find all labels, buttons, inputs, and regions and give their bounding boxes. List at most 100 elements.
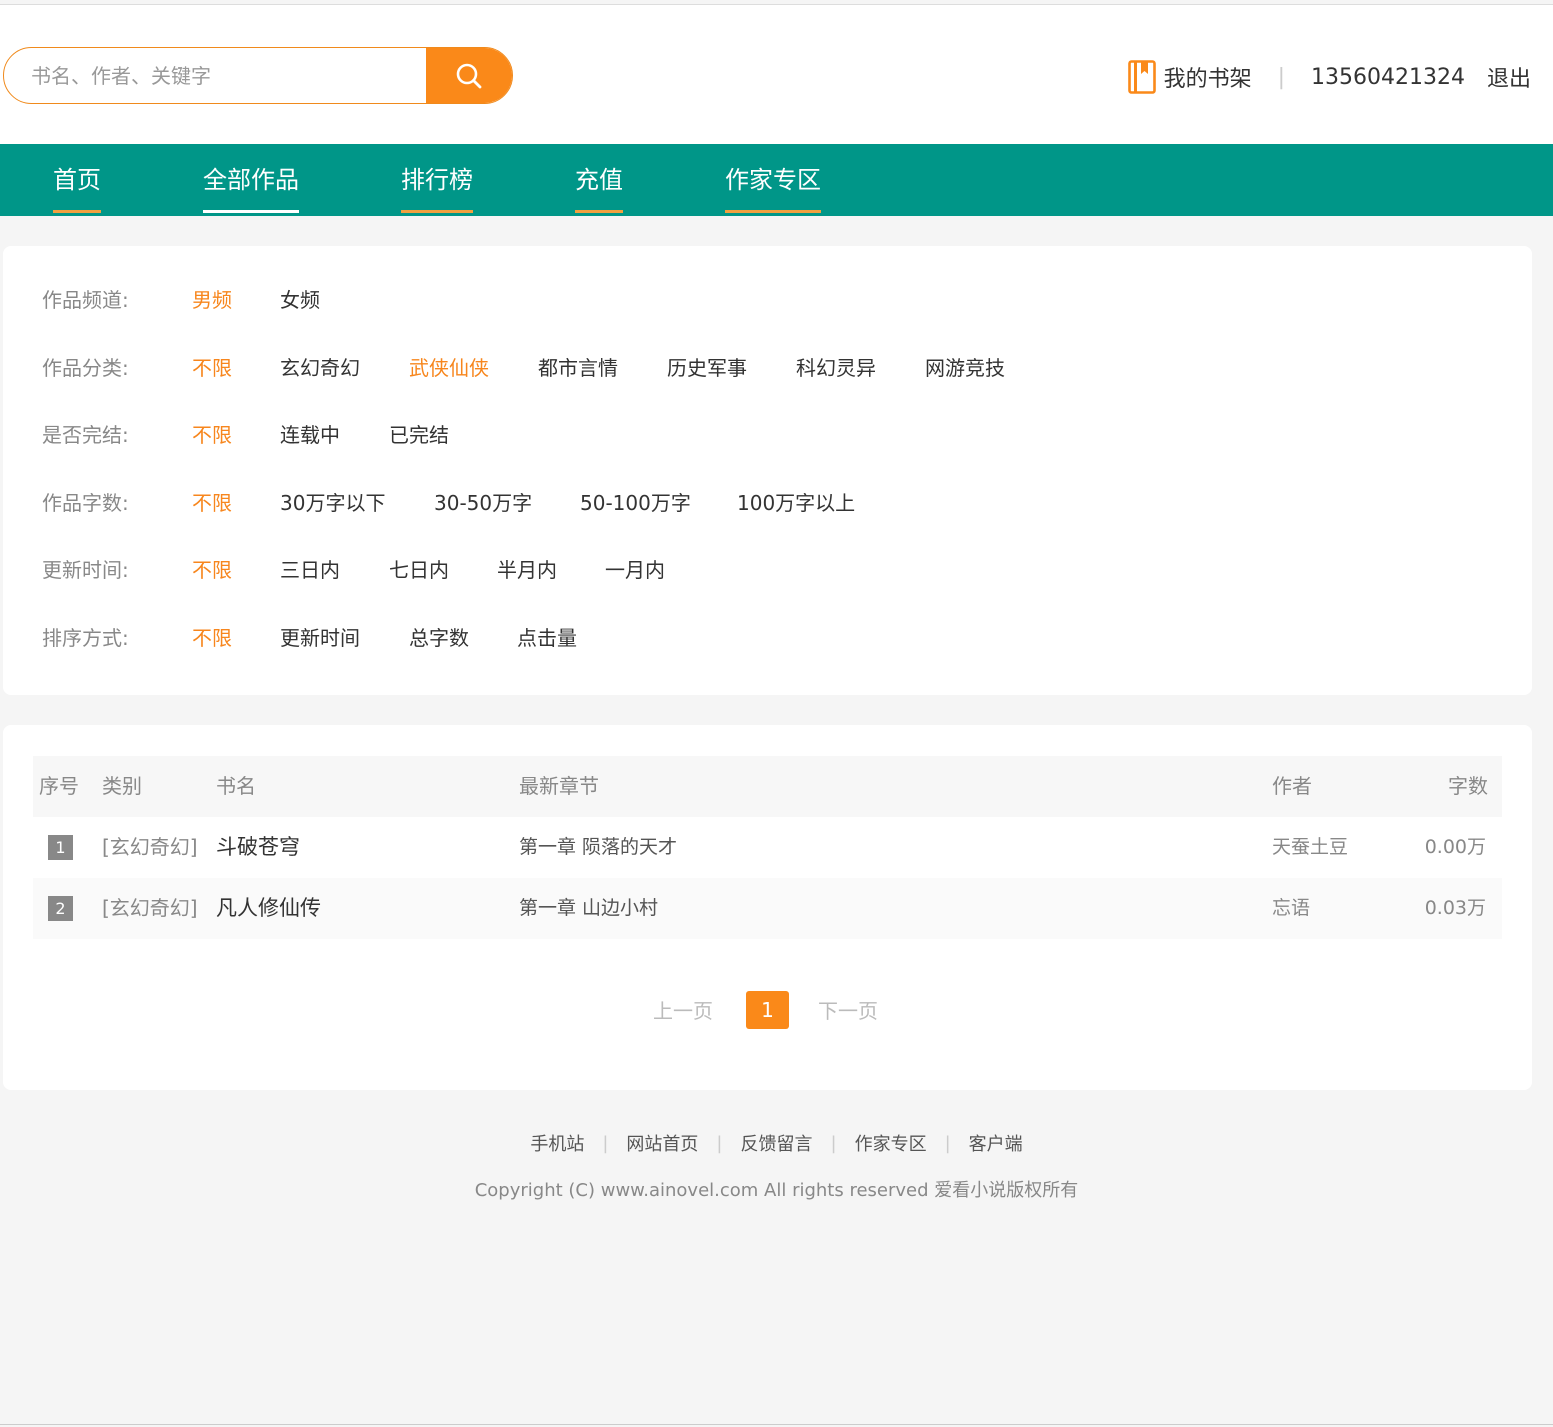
nav-home-label: 首页 (53, 166, 101, 194)
nav-all-works[interactable]: 全部作品 (203, 144, 299, 216)
current-page-button[interactable]: 1 (746, 991, 789, 1029)
table-row: 1 [玄幻奇幻] 斗破苍穹 第一章 陨落的天才 天蚕土豆 0.00万 (33, 817, 1502, 878)
filter-option[interactable]: 都市言情 (538, 348, 618, 388)
search-icon (456, 63, 482, 88)
filter-label: 排序方式: (42, 626, 129, 650)
nav-underline (401, 210, 473, 213)
nav-ranking[interactable]: 排行榜 (401, 144, 473, 216)
filter-label: 更新时间: (42, 558, 129, 582)
nav-recharge-label: 充值 (575, 166, 623, 194)
nav-recharge[interactable]: 充值 (575, 144, 623, 216)
latest-chapter-link[interactable]: 第一章 山边小村 (519, 878, 658, 939)
filter-option[interactable]: 不限 (192, 483, 232, 523)
filter-label: 是否完结: (42, 423, 129, 447)
book-title-link[interactable]: 凡人修仙传 (216, 878, 321, 939)
table-row: 2 [玄幻奇幻] 凡人修仙传 第一章 山边小村 忘语 0.03万 (33, 878, 1502, 939)
user-bar: 我的书架 | 13560421324 退出 (1127, 57, 1531, 97)
footer-separator: | (602, 1132, 609, 1154)
table-header: 序号 类别 书名 最新章节 作者 字数 (33, 756, 1502, 817)
nav-all-works-label: 全部作品 (203, 166, 299, 194)
main-nav: 首页 全部作品 排行榜 充值 作家专区 (0, 144, 1553, 216)
filter-option[interactable]: 女频 (280, 280, 320, 320)
filter-option[interactable]: 点击量 (517, 618, 577, 658)
header-author: 作者 (1272, 774, 1312, 798)
filter-category: 作品分类: 不限 玄幻奇幻 武侠仙侠 都市言情 历史军事 科幻灵异 网游竞技 (3, 348, 1532, 388)
footer-link-home[interactable]: 网站首页 (626, 1130, 698, 1156)
filter-sort: 排序方式: 不限 更新时间 总字数 点击量 (3, 618, 1532, 658)
footer-link-mobile[interactable]: 手机站 (530, 1130, 584, 1156)
latest-chapter-link[interactable]: 第一章 陨落的天才 (519, 817, 677, 878)
copyright-text: Copyright (C) www.ainovel.com All rights… (474, 1180, 1079, 1201)
book-author: 忘语 (1272, 897, 1311, 919)
nav-home[interactable]: 首页 (53, 144, 101, 216)
search-input[interactable] (4, 48, 428, 103)
filter-option[interactable]: 不限 (192, 348, 232, 388)
rank-badge: 1 (48, 835, 73, 860)
book-list-panel: 序号 类别 书名 最新章节 作者 字数 1 [玄幻奇幻] 斗破苍穹 第一章 陨落… (3, 725, 1532, 1090)
header: 我的书架 | 13560421324 退出 (0, 5, 1553, 144)
filter-option[interactable]: 网游竞技 (925, 348, 1005, 388)
nav-ranking-label: 排行榜 (401, 166, 473, 194)
book-word-count: 0.00万 (1424, 836, 1486, 858)
filter-option[interactable]: 已完结 (389, 415, 449, 455)
footer-links: 手机站 | 网站首页 | 反馈留言 | 作家专区 | 客户端 (0, 1128, 1553, 1158)
filter-option[interactable]: 50-100万字 (580, 483, 691, 523)
filter-option[interactable]: 不限 (192, 415, 232, 455)
filter-option[interactable]: 玄幻奇幻 (280, 348, 360, 388)
bottom-divider (0, 1424, 1553, 1425)
filter-option[interactable]: 不限 (192, 618, 232, 658)
pagination: 上一页 1 下一页 (3, 991, 1532, 1031)
header-category: 类别 (102, 774, 142, 798)
filter-option[interactable]: 男频 (192, 280, 232, 320)
header-words: 字数 (1448, 774, 1488, 798)
book-category: [玄幻奇幻] (102, 896, 198, 920)
nav-underline (575, 210, 623, 213)
filter-option[interactable]: 不限 (192, 550, 232, 590)
filter-option[interactable]: 总字数 (409, 618, 469, 658)
logout-link[interactable]: 退出 (1487, 61, 1531, 93)
filter-option[interactable]: 七日内 (389, 550, 449, 590)
filter-option[interactable]: 30万字以下 (280, 483, 385, 523)
filter-option[interactable]: 30-50万字 (434, 483, 532, 523)
filter-label: 作品分类: (42, 356, 129, 380)
filter-option[interactable]: 更新时间 (280, 618, 360, 658)
book-category: [玄幻奇幻] (102, 835, 198, 859)
filter-label: 作品字数: (42, 491, 129, 515)
filter-channel: 作品频道: 男频 女频 (3, 280, 1532, 320)
footer-link-feedback[interactable]: 反馈留言 (741, 1130, 813, 1156)
search-button[interactable] (426, 48, 512, 103)
my-bookshelf-link[interactable]: 我的书架 (1164, 61, 1252, 93)
prev-page-button[interactable]: 上一页 (653, 991, 713, 1031)
footer-separator: | (716, 1132, 723, 1154)
footer-link-client[interactable]: 客户端 (969, 1130, 1023, 1156)
filter-completion: 是否完结: 不限 连载中 已完结 (3, 415, 1532, 455)
filter-word-count: 作品字数: 不限 30万字以下 30-50万字 50-100万字 100万字以上 (3, 483, 1532, 523)
footer-separator: | (830, 1132, 837, 1154)
header-rank: 序号 (39, 774, 79, 798)
filter-option[interactable]: 三日内 (280, 550, 340, 590)
footer-separator: | (944, 1132, 951, 1154)
filter-panel: 作品频道: 男频 女频 作品分类: 不限 玄幻奇幻 武侠仙侠 都市言情 历史军事… (3, 246, 1532, 695)
nav-underline (203, 210, 299, 213)
filter-option[interactable]: 半月内 (497, 550, 557, 590)
book-word-count: 0.03万 (1424, 897, 1486, 919)
book-title-link[interactable]: 斗破苍穹 (216, 817, 300, 878)
filter-option[interactable]: 历史军事 (667, 348, 747, 388)
user-bar-separator: | (1277, 64, 1286, 90)
footer-link-author-zone[interactable]: 作家专区 (855, 1130, 927, 1156)
filter-update-time: 更新时间: 不限 三日内 七日内 半月内 一月内 (3, 550, 1532, 590)
filter-option[interactable]: 科幻灵异 (796, 348, 876, 388)
filter-option[interactable]: 武侠仙侠 (409, 348, 489, 388)
search-box (3, 47, 513, 104)
header-chapter: 最新章节 (519, 774, 599, 798)
next-page-button[interactable]: 下一页 (818, 991, 878, 1031)
nav-author-zone[interactable]: 作家专区 (725, 144, 821, 216)
filter-option[interactable]: 一月内 (605, 550, 665, 590)
nav-underline (53, 210, 101, 213)
bookshelf-icon[interactable] (1127, 60, 1156, 94)
filter-label: 作品频道: (42, 288, 129, 312)
filter-option[interactable]: 连载中 (280, 415, 340, 455)
user-phone[interactable]: 13560421324 (1311, 65, 1465, 90)
nav-underline (725, 210, 821, 213)
filter-option[interactable]: 100万字以上 (737, 483, 855, 523)
